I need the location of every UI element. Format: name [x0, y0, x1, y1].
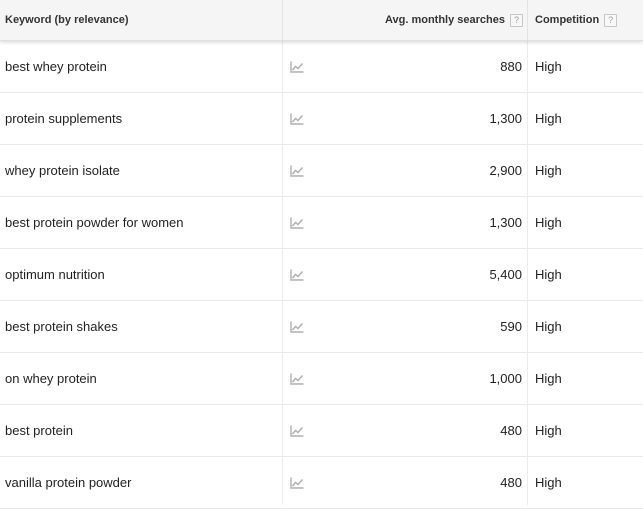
keyword-text: best protein powder for women	[5, 215, 184, 230]
keyword-text: on whey protein	[5, 371, 97, 386]
trend-cell[interactable]	[290, 197, 304, 248]
trend-cell[interactable]	[290, 93, 304, 144]
keyword-cell: best whey protein	[5, 41, 107, 92]
competition-cell: High	[535, 301, 562, 352]
keyword-cell: on whey protein	[5, 353, 97, 404]
column-header-competition-label: Competition	[535, 14, 600, 26]
table-row: whey protein isolate 2,900 High	[0, 145, 643, 197]
line-chart-icon[interactable]	[290, 477, 304, 489]
keyword-text: protein supplements	[5, 111, 123, 126]
line-chart-icon[interactable]	[290, 165, 304, 177]
keyword-cell: protein supplements	[5, 93, 122, 144]
trend-cell[interactable]	[290, 249, 304, 300]
competition-cell: High	[535, 353, 562, 404]
avg-monthly-searches-cell: 1,000	[489, 353, 522, 404]
column-divider	[282, 0, 283, 505]
trend-cell[interactable]	[290, 457, 304, 508]
help-icon[interactable]: ?	[510, 13, 523, 27]
avg-monthly-searches-value: 480	[500, 423, 522, 438]
table-row: best protein shakes 590 High	[0, 301, 643, 353]
avg-monthly-searches-value: 1,300	[489, 215, 522, 230]
competition-value: High	[535, 475, 562, 490]
avg-monthly-searches-value: 480	[500, 475, 522, 490]
line-chart-icon[interactable]	[290, 321, 304, 333]
competition-value: High	[535, 215, 562, 230]
table-row: best whey protein 880 High	[0, 41, 643, 93]
table-row: on whey protein 1,000 High	[0, 353, 643, 405]
table-body: best whey protein 880 High protein suppl…	[0, 41, 643, 509]
avg-monthly-searches-cell: 590	[500, 301, 522, 352]
competition-cell: High	[535, 405, 562, 456]
line-chart-icon[interactable]	[290, 217, 304, 229]
competition-value: High	[535, 267, 562, 282]
table-row: best protein powder for women 1,300 High	[0, 197, 643, 249]
column-header-keyword-label: Keyword (by relevance)	[5, 14, 129, 26]
competition-value: High	[535, 59, 562, 74]
avg-monthly-searches-cell: 5,400	[489, 249, 522, 300]
keyword-text: vanilla protein powder	[5, 475, 132, 490]
keyword-text: best whey protein	[5, 59, 107, 74]
avg-monthly-searches-value: 5,400	[489, 267, 522, 282]
competition-cell: High	[535, 197, 562, 248]
keyword-cell: best protein powder for women	[5, 197, 183, 248]
avg-monthly-searches-cell: 480	[500, 457, 522, 508]
competition-value: High	[535, 423, 562, 438]
competition-cell: High	[535, 457, 562, 508]
keyword-ideas-table: Keyword (by relevance) Avg. monthly sear…	[0, 0, 643, 509]
trend-cell[interactable]	[290, 41, 304, 92]
line-chart-icon[interactable]	[290, 113, 304, 125]
column-divider	[527, 0, 528, 505]
column-header-avg-monthly-searches[interactable]: Avg. monthly searches ?	[385, 0, 523, 40]
avg-monthly-searches-value: 590	[500, 319, 522, 334]
avg-monthly-searches-cell: 1,300	[489, 197, 522, 248]
avg-monthly-searches-value: 1,000	[489, 371, 522, 386]
competition-value: High	[535, 371, 562, 386]
competition-cell: High	[535, 249, 562, 300]
avg-monthly-searches-cell: 2,900	[489, 145, 522, 196]
header-divider	[527, 0, 528, 40]
avg-monthly-searches-value: 880	[500, 59, 522, 74]
competition-cell: High	[535, 145, 562, 196]
trend-cell[interactable]	[290, 405, 304, 456]
column-header-keyword[interactable]: Keyword (by relevance)	[5, 0, 129, 40]
line-chart-icon[interactable]	[290, 269, 304, 281]
competition-cell: High	[535, 41, 562, 92]
table-header: Keyword (by relevance) Avg. monthly sear…	[0, 0, 643, 41]
keyword-cell: best protein shakes	[5, 301, 118, 352]
keyword-text: best protein	[5, 423, 73, 438]
avg-monthly-searches-value: 2,900	[489, 163, 522, 178]
column-header-competition[interactable]: Competition ?	[535, 0, 618, 40]
avg-monthly-searches-value: 1,300	[489, 111, 522, 126]
column-header-avg-label: Avg. monthly searches	[384, 14, 505, 26]
trend-cell[interactable]	[290, 301, 304, 352]
competition-value: High	[535, 319, 562, 334]
table-row: best protein 480 High	[0, 405, 643, 457]
keyword-text: best protein shakes	[5, 319, 118, 334]
avg-monthly-searches-cell: 480	[500, 405, 522, 456]
keyword-text: whey protein isolate	[5, 163, 120, 178]
competition-value: High	[535, 163, 562, 178]
competition-value: High	[535, 111, 562, 126]
keyword-text: optimum nutrition	[5, 267, 105, 282]
keyword-cell: vanilla protein powder	[5, 457, 131, 508]
line-chart-icon[interactable]	[290, 425, 304, 437]
avg-monthly-searches-cell: 1,300	[489, 93, 522, 144]
keyword-cell: optimum nutrition	[5, 249, 105, 300]
table-row: vanilla protein powder 480 High	[0, 457, 643, 509]
line-chart-icon[interactable]	[290, 373, 304, 385]
table-row: protein supplements 1,300 High	[0, 93, 643, 145]
trend-cell[interactable]	[290, 353, 304, 404]
keyword-cell: best protein	[5, 405, 73, 456]
competition-cell: High	[535, 93, 562, 144]
keyword-cell: whey protein isolate	[5, 145, 120, 196]
line-chart-icon[interactable]	[290, 61, 304, 73]
help-icon[interactable]: ?	[604, 13, 618, 27]
avg-monthly-searches-cell: 880	[500, 41, 522, 92]
trend-cell[interactable]	[290, 145, 304, 196]
header-divider	[282, 0, 283, 40]
table-row: optimum nutrition 5,400 High	[0, 249, 643, 301]
